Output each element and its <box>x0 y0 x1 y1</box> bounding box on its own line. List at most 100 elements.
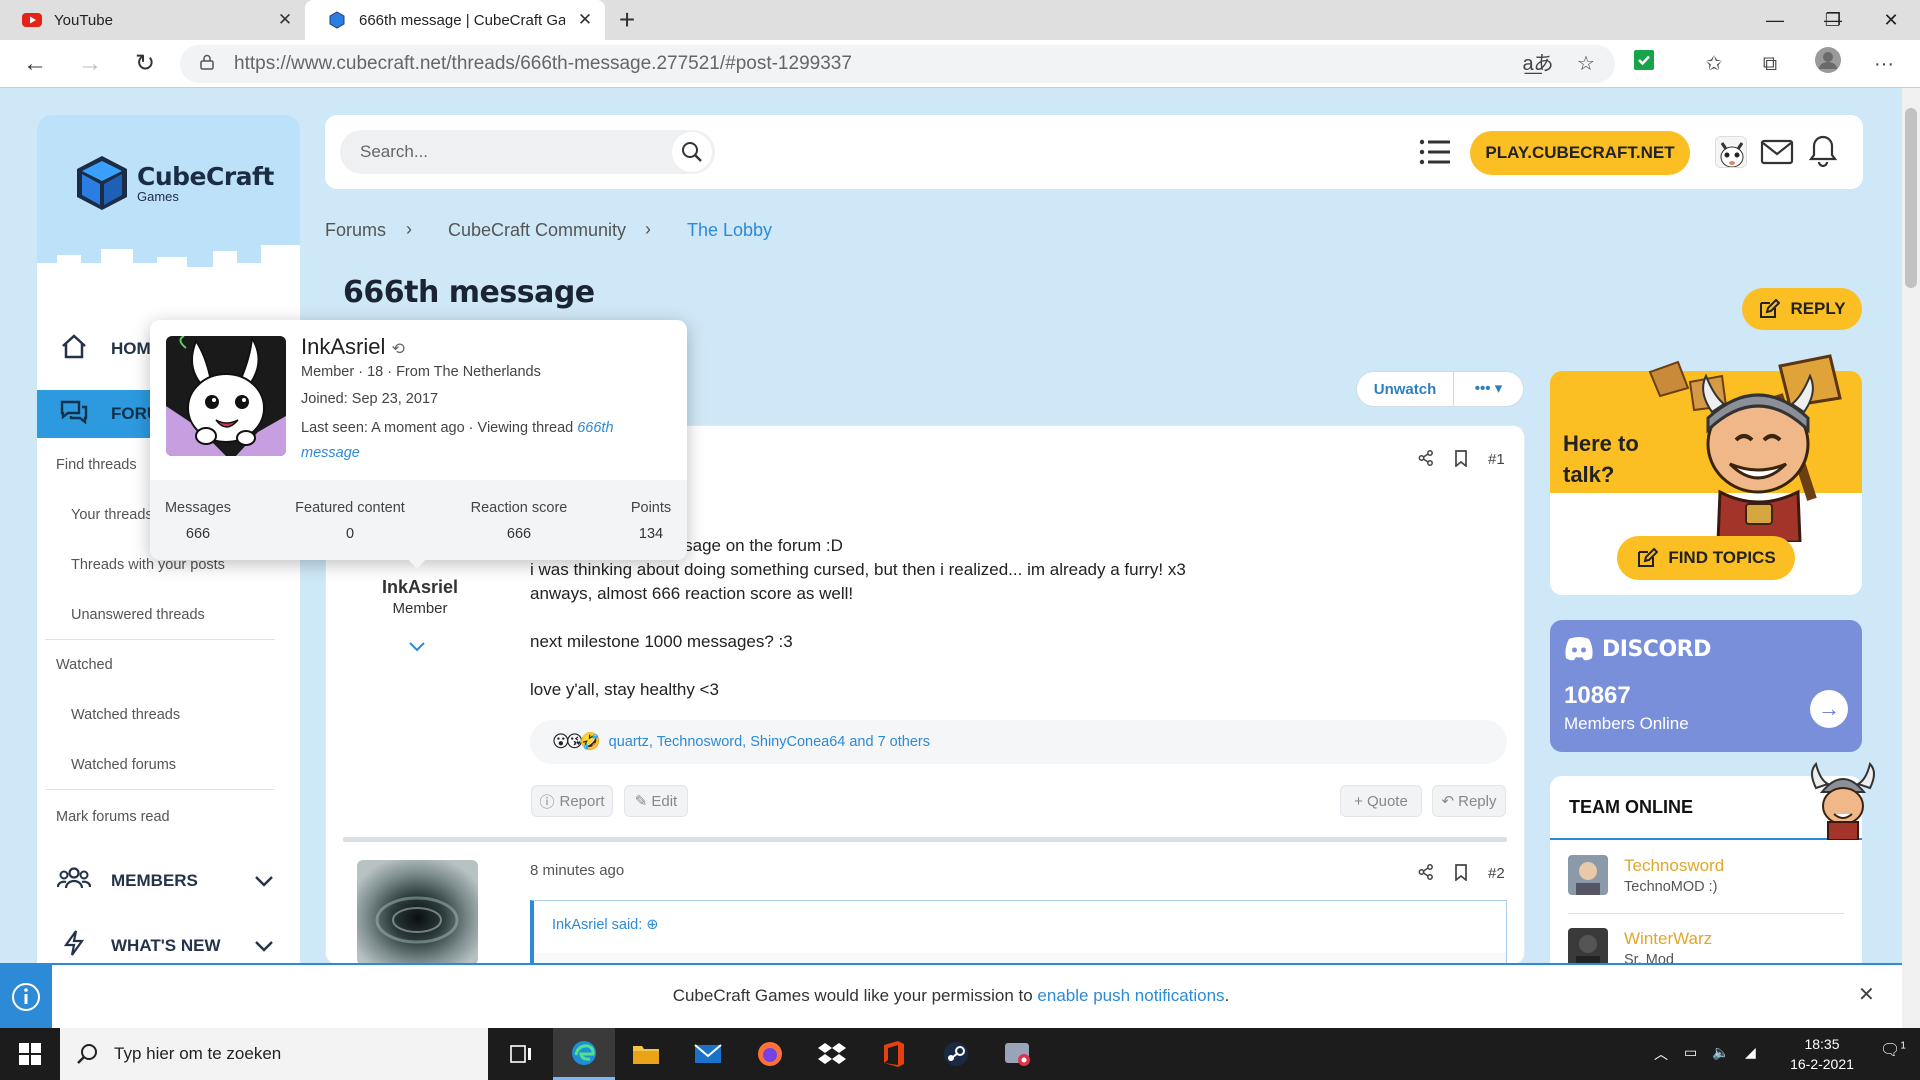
steam-icon[interactable] <box>925 1028 987 1080</box>
stat-points-label[interactable]: Points <box>616 500 686 516</box>
team-member-avatar[interactable] <box>1568 855 1608 895</box>
nav-members[interactable]: MEMBERS <box>37 857 300 905</box>
scrollbar-thumb[interactable] <box>1905 108 1917 288</box>
edit-button[interactable]: ✎ Edit <box>624 785 688 817</box>
list-menu-icon[interactable] <box>1418 135 1452 169</box>
stat-featured-label[interactable]: Featured content <box>285 500 415 516</box>
share-icon[interactable] <box>1418 450 1434 471</box>
link-unanswered-threads[interactable]: Unanswered threads <box>71 603 334 627</box>
office-icon[interactable] <box>863 1028 925 1080</box>
post2-timestamp[interactable]: 8 minutes ago <box>530 862 624 879</box>
viewing-thread-link[interactable]: message <box>301 445 360 461</box>
member-name[interactable]: InkAsriel ⟲ <box>301 334 405 360</box>
bookmark-icon[interactable] <box>1454 450 1468 472</box>
tab-youtube[interactable]: YouTube ✕ <box>0 0 305 40</box>
extension-check-icon[interactable] <box>1626 46 1662 82</box>
reaction-users[interactable]: quartz, Technosword, ShinyConea64 and 7 … <box>609 734 930 750</box>
post2-author-avatar[interactable] <box>357 860 478 965</box>
member-avatar[interactable] <box>166 336 286 456</box>
share-icon[interactable] <box>1418 864 1434 885</box>
address-bar[interactable]: https://www.cubecraft.net/threads/666th-… <box>180 45 1615 83</box>
chevron-down-icon[interactable] <box>254 936 274 957</box>
breadcrumb-the-lobby[interactable]: The Lobby <box>687 220 772 241</box>
search-box[interactable]: Search... <box>340 130 715 174</box>
stat-messages-value[interactable]: 666 <box>150 526 246 542</box>
tab-cubecraft[interactable]: 666th message | CubeCraft Games ✕ <box>305 0 605 40</box>
volume-icon[interactable]: 🔈 <box>1712 1044 1729 1061</box>
team-member-name[interactable]: Technosword <box>1624 856 1724 876</box>
viewing-thread-link[interactable]: 666th <box>577 420 613 436</box>
bookmark-icon[interactable] <box>1454 864 1468 886</box>
arrow-right-icon[interactable]: → <box>1810 690 1848 728</box>
tab-close-icon[interactable]: ✕ <box>265 10 305 30</box>
search-icon[interactable] <box>672 132 712 172</box>
breadcrumb-community[interactable]: CubeCraft Community <box>448 220 626 241</box>
play-server-button[interactable]: PLAY.CUBECRAFT.NET <box>1470 131 1690 175</box>
edge-taskbar-icon[interactable] <box>553 1028 615 1080</box>
chevron-up-icon[interactable]: ︿ <box>1654 1044 1668 1064</box>
forward-button[interactable]: → <box>70 46 110 82</box>
post-author-name[interactable]: InkAsriel <box>340 577 500 598</box>
chevron-down-icon[interactable] <box>254 871 274 892</box>
recording-app-icon[interactable] <box>987 1028 1049 1080</box>
enable-push-link[interactable]: enable push notifications <box>1037 986 1224 1005</box>
read-aloud-icon[interactable]: a͟あ <box>1520 46 1556 82</box>
more-options-button[interactable]: ••• ▾ <box>1453 371 1523 407</box>
find-topics-button[interactable]: FIND TOPICS <box>1617 536 1795 580</box>
logo-subtext: Games <box>137 189 179 204</box>
taskbar-search[interactable]: Typ hier om te zoeken <box>60 1028 488 1080</box>
refresh-button[interactable]: ↻ <box>125 46 165 82</box>
link-watched[interactable]: Watched <box>56 653 319 677</box>
minimize-icon[interactable]: — <box>1746 0 1804 40</box>
tab-title: 666th message | CubeCraft Games <box>359 11 565 29</box>
cubecraft-logo[interactable]: CubeCraft Games <box>75 153 275 213</box>
search-input[interactable]: Search... <box>360 142 672 162</box>
team-member-avatar[interactable] <box>1568 928 1608 968</box>
reactions-bar[interactable]: 😮😘🤣 quartz, Technosword, ShinyConea64 an… <box>530 720 1507 764</box>
favorite-add-icon[interactable]: ☆ <box>1568 46 1604 82</box>
stat-featured-value[interactable]: 0 <box>285 526 415 542</box>
dropbox-icon[interactable] <box>801 1028 863 1080</box>
post-number[interactable]: #1 <box>1488 451 1505 468</box>
favorites-icon[interactable]: ✩ <box>1696 46 1732 82</box>
close-window-button[interactable]: ✕ <box>1862 0 1920 40</box>
breadcrumb-forums[interactable]: Forums <box>325 220 386 241</box>
team-member-name[interactable]: WinterWarz <box>1624 929 1712 949</box>
link-watched-threads[interactable]: Watched threads <box>71 703 334 727</box>
post2-number[interactable]: #2 <box>1488 865 1505 882</box>
stat-reaction-label[interactable]: Reaction score <box>460 500 578 516</box>
quote-author[interactable]: InkAsriel said: ⊕ <box>552 917 658 933</box>
user-avatar[interactable] <box>1715 136 1747 168</box>
wifi-icon[interactable]: ◢ <box>1745 1044 1756 1061</box>
taskbar-search-input[interactable]: Typ hier om te zoeken <box>114 1044 281 1064</box>
reply-post-button[interactable]: ↶ Reply <box>1432 785 1506 817</box>
back-button[interactable]: ← <box>15 46 55 82</box>
stat-points-value[interactable]: 134 <box>616 526 686 542</box>
file-explorer-icon[interactable] <box>615 1028 677 1080</box>
mail-icon[interactable] <box>1760 136 1794 168</box>
profile-icon[interactable] <box>1810 46 1846 82</box>
settings-menu-icon[interactable]: ··· <box>1866 46 1902 82</box>
mail-app-icon[interactable] <box>677 1028 739 1080</box>
maximize-button[interactable]: ❐ <box>1804 0 1862 40</box>
task-view-icon[interactable] <box>490 1028 552 1080</box>
tab-close-icon[interactable]: ✕ <box>565 10 605 30</box>
close-icon[interactable]: ✕ <box>1858 982 1875 1007</box>
collections-icon[interactable]: ⧉ <box>1752 46 1788 82</box>
bell-icon[interactable] <box>1808 134 1838 168</box>
unwatch-button[interactable]: Unwatch <box>1357 381 1453 398</box>
link-mark-forums-read[interactable]: Mark forums read <box>56 805 319 829</box>
battery-icon[interactable]: ▭ <box>1684 1044 1697 1061</box>
new-tab-button[interactable]: + <box>610 4 644 38</box>
quote-button[interactable]: + Quote <box>1340 785 1422 817</box>
report-button[interactable]: ⓘ Report <box>531 785 613 817</box>
windows-start-icon[interactable] <box>0 1028 60 1080</box>
chevron-down-icon[interactable] <box>408 636 426 657</box>
reply-button[interactable]: REPLY <box>1742 288 1862 330</box>
link-watched-forums[interactable]: Watched forums <box>71 753 334 777</box>
taskbar-clock[interactable]: 18:35 16-2-2021 <box>1772 1034 1872 1074</box>
notification-center-icon[interactable]: 🗨1 <box>1880 1040 1906 1060</box>
stat-reaction-value[interactable]: 666 <box>460 526 578 542</box>
stat-messages-label[interactable]: Messages <box>150 500 246 516</box>
firefox-icon[interactable] <box>739 1028 801 1080</box>
